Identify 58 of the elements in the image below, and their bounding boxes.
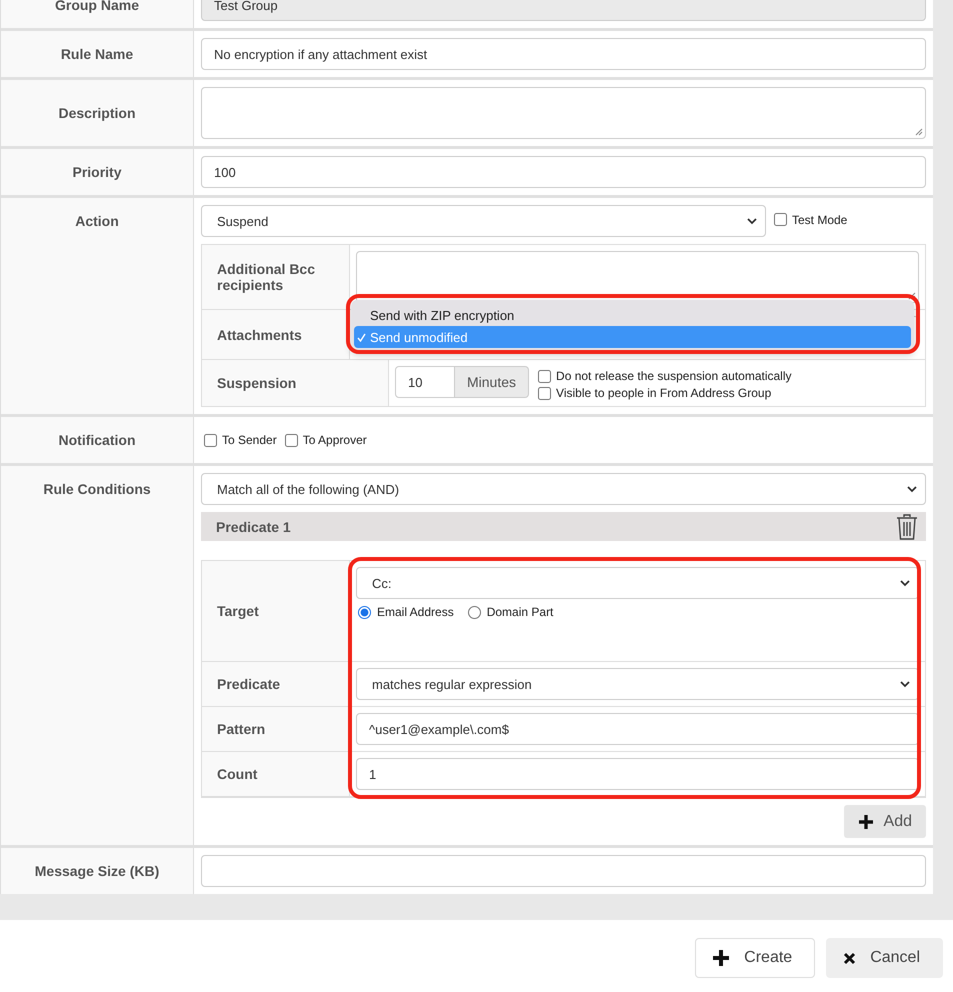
- resize-grip-icon[interactable]: [915, 128, 923, 136]
- count-field[interactable]: 1: [356, 758, 919, 790]
- cancel-button[interactable]: Cancel: [826, 938, 943, 978]
- field-label: Pattern: [202, 707, 350, 751]
- radio-button[interactable]: [358, 606, 371, 618]
- message-size-field[interactable]: [201, 855, 926, 887]
- field-label: Additional Bcc recipients: [202, 245, 350, 309]
- add-button[interactable]: Add: [844, 805, 926, 838]
- field-label: Predicate: [202, 662, 350, 706]
- rule-name-field[interactable]: No encryption if any attachment exist: [201, 38, 926, 70]
- description-field[interactable]: [201, 87, 926, 139]
- radio-label: Email Address: [377, 605, 454, 619]
- field-label: Description: [1, 80, 194, 146]
- field-label: Count: [202, 752, 350, 796]
- group-name-field: Test Group: [201, 0, 926, 21]
- checkbox-label: To Sender: [222, 433, 277, 447]
- field-label: Attachments: [202, 310, 350, 359]
- radio-label: Domain Part: [486, 605, 554, 619]
- target-select[interactable]: Cc:: [356, 567, 919, 599]
- match-select[interactable]: Match all of the following (AND): [201, 473, 926, 505]
- predicate-title: Predicate 1: [216, 518, 291, 534]
- checkbox[interactable]: [774, 213, 787, 226]
- checkbox-label: Do not release the suspension automatically: [556, 369, 792, 383]
- unit-label: Minutes: [455, 366, 530, 398]
- resize-grip-icon[interactable]: [908, 292, 916, 300]
- pattern-field[interactable]: ^user1@example\.com$: [356, 713, 919, 745]
- radio-button[interactable]: [468, 606, 481, 618]
- create-button[interactable]: Create: [695, 938, 816, 978]
- chevron-down-icon: [747, 218, 757, 224]
- test-mode-label: Test Mode: [792, 212, 848, 227]
- field-label: Rule Name: [1, 31, 194, 77]
- field-label: Message Size (KB): [1, 848, 194, 894]
- plus-icon: [712, 949, 730, 967]
- field-label: Priority: [1, 149, 194, 195]
- field-label: Action: [1, 198, 194, 414]
- close-icon: [843, 952, 856, 964]
- chevron-down-icon: [900, 580, 910, 586]
- checkbox[interactable]: [204, 434, 217, 446]
- plus-icon: [858, 814, 874, 830]
- checkbox-label: Visible to people in From Address Group: [556, 386, 772, 400]
- checkbox-label: To Approver: [302, 433, 367, 447]
- suspension-field[interactable]: 10: [395, 366, 455, 398]
- checkbox[interactable]: [538, 370, 552, 382]
- field-label: Notification: [1, 417, 194, 463]
- action-select[interactable]: Suspend: [201, 205, 766, 237]
- chevron-down-icon: [907, 486, 917, 492]
- field-label: Group Name: [1, 0, 194, 28]
- trash-icon[interactable]: [896, 514, 918, 540]
- predicate-select[interactable]: matches regular expression: [356, 668, 919, 700]
- field-label: Suspension: [202, 360, 389, 406]
- checkmark-icon: [357, 332, 366, 342]
- field-label: Target: [202, 561, 350, 661]
- priority-field[interactable]: 100: [201, 156, 926, 188]
- dropdown-option[interactable]: Send with ZIP encryption: [354, 304, 911, 326]
- checkbox[interactable]: [284, 434, 298, 446]
- field-label: Rule Conditions: [1, 466, 194, 845]
- chevron-down-icon: [900, 680, 910, 688]
- checkbox[interactable]: [538, 386, 552, 400]
